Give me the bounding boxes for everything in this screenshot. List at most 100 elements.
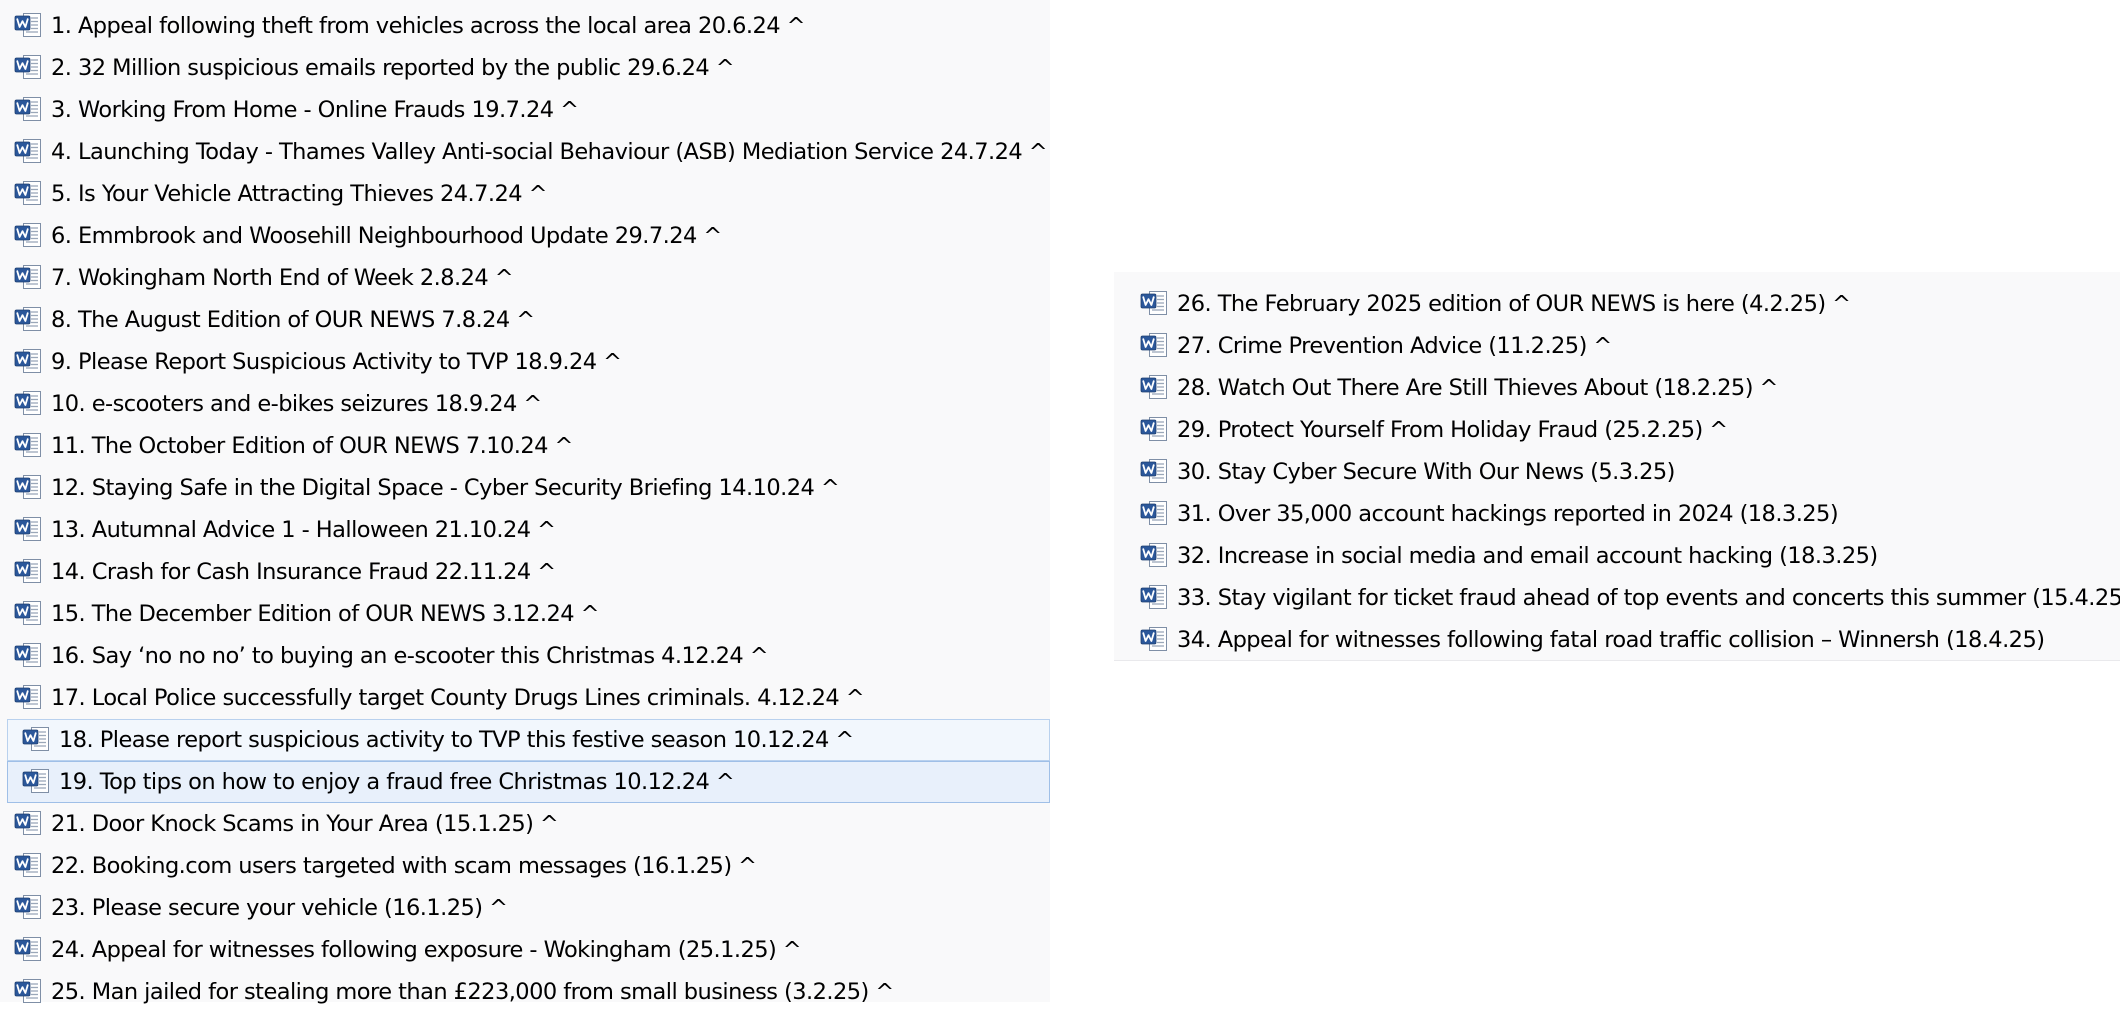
word-document-icon: [14, 96, 41, 121]
file-list-item[interactable]: 34. Appeal for witnesses following fatal…: [1114, 619, 2120, 661]
file-name-label: 7. Wokingham North End of Week 2.8.24 ^: [51, 265, 514, 291]
file-name-label: 15. The December Edition of OUR NEWS 3.1…: [51, 601, 599, 627]
word-document-icon: [14, 432, 41, 457]
file-list-item[interactable]: 15. The December Edition of OUR NEWS 3.1…: [0, 593, 1050, 635]
file-list-item[interactable]: 10. e-scooters and e-bikes seizures 18.9…: [0, 383, 1050, 425]
file-list-item[interactable]: 31. Over 35,000 account hackings reporte…: [1114, 493, 2120, 535]
word-document-icon: [22, 726, 49, 751]
file-name-label: 24. Appeal for witnesses following expos…: [51, 937, 802, 963]
word-document-icon: [14, 852, 41, 877]
file-list-item[interactable]: 7. Wokingham North End of Week 2.8.24 ^: [0, 257, 1050, 299]
file-name-label: 6. Emmbrook and Woosehill Neighbourhood …: [51, 223, 722, 249]
file-name-label: 5. Is Your Vehicle Attracting Thieves 24…: [51, 181, 547, 207]
word-document-icon: [14, 978, 41, 1003]
file-name-label: 16. Say ‘no no no’ to buying an e-scoote…: [51, 643, 769, 669]
word-document-icon: [1140, 374, 1167, 399]
word-document-icon: [14, 222, 41, 247]
file-name-label: 21. Door Knock Scams in Your Area (15.1.…: [51, 811, 559, 837]
file-list-item[interactable]: 5. Is Your Vehicle Attracting Thieves 24…: [0, 173, 1050, 215]
word-document-icon: [14, 810, 41, 835]
file-list-item[interactable]: 13. Autumnal Advice 1 - Halloween 21.10.…: [0, 509, 1050, 551]
file-list-item[interactable]: 28. Watch Out There Are Still Thieves Ab…: [1114, 367, 2120, 409]
file-list-item[interactable]: 23. Please secure your vehicle (16.1.25)…: [0, 887, 1050, 929]
file-name-label: 23. Please secure your vehicle (16.1.25)…: [51, 895, 508, 921]
file-name-label: 11. The October Edition of OUR NEWS 7.10…: [51, 433, 573, 459]
file-list-item[interactable]: 1. Appeal following theft from vehicles …: [0, 5, 1050, 47]
file-list-item[interactable]: 30. Stay Cyber Secure With Our News (5.3…: [1114, 451, 2120, 493]
file-name-label: 12. Staying Safe in the Digital Space - …: [51, 475, 840, 501]
file-list-item[interactable]: 19. Top tips on how to enjoy a fraud fre…: [7, 761, 1050, 803]
file-list-item[interactable]: 16. Say ‘no no no’ to buying an e-scoote…: [0, 635, 1050, 677]
word-document-icon: [14, 558, 41, 583]
word-document-icon: [14, 642, 41, 667]
file-list-item[interactable]: 24. Appeal for witnesses following expos…: [0, 929, 1050, 971]
word-document-icon: [14, 348, 41, 373]
word-document-icon: [14, 936, 41, 961]
word-document-icon: [14, 54, 41, 79]
word-document-icon: [1140, 332, 1167, 357]
file-list-item[interactable]: 4. Launching Today - Thames Valley Anti-…: [0, 131, 1050, 173]
file-name-label: 27. Crime Prevention Advice (11.2.25) ^: [1177, 333, 1612, 359]
file-list-item[interactable]: 6. Emmbrook and Woosehill Neighbourhood …: [0, 215, 1050, 257]
word-document-icon: [14, 180, 41, 205]
file-list-panel-right: 26. The February 2025 edition of OUR NEW…: [1114, 272, 2120, 661]
file-list-item[interactable]: 29. Protect Yourself From Holiday Fraud …: [1114, 409, 2120, 451]
word-document-icon: [14, 306, 41, 331]
file-list-item[interactable]: 12. Staying Safe in the Digital Space - …: [0, 467, 1050, 509]
file-list-item[interactable]: 17. Local Police successfully target Cou…: [0, 677, 1050, 719]
word-document-icon: [14, 894, 41, 919]
file-list-item[interactable]: 25. Man jailed for stealing more than £2…: [0, 971, 1050, 1013]
word-document-icon: [14, 600, 41, 625]
file-list-item[interactable]: 32. Increase in social media and email a…: [1114, 535, 2120, 577]
file-name-label: 10. e-scooters and e-bikes seizures 18.9…: [51, 391, 542, 417]
word-document-icon: [14, 516, 41, 541]
file-name-label: 13. Autumnal Advice 1 - Halloween 21.10.…: [51, 517, 556, 543]
file-name-label: 17. Local Police successfully target Cou…: [51, 685, 865, 711]
word-document-icon: [1140, 458, 1167, 483]
file-list-item[interactable]: 9. Please Report Suspicious Activity to …: [0, 341, 1050, 383]
file-name-label: 19. Top tips on how to enjoy a fraud fre…: [59, 769, 735, 795]
file-name-label: 1. Appeal following theft from vehicles …: [51, 13, 806, 39]
word-document-icon: [14, 474, 41, 499]
file-list-item[interactable]: 33. Stay vigilant for ticket fraud ahead…: [1114, 577, 2120, 619]
file-name-label: 31. Over 35,000 account hackings reporte…: [1177, 501, 1839, 527]
file-name-label: 3. Working From Home - Online Frauds 19.…: [51, 97, 579, 123]
file-name-label: 14. Crash for Cash Insurance Fraud 22.11…: [51, 559, 556, 585]
file-list-panel-left: 1. Appeal following theft from vehicles …: [0, 0, 1050, 1005]
file-list-item[interactable]: 22. Booking.com users targeted with scam…: [0, 845, 1050, 887]
word-document-icon: [14, 390, 41, 415]
file-name-label: 30. Stay Cyber Secure With Our News (5.3…: [1177, 459, 1675, 485]
file-name-label: 29. Protect Yourself From Holiday Fraud …: [1177, 417, 1728, 443]
word-document-icon: [1140, 542, 1167, 567]
file-list-item[interactable]: 8. The August Edition of OUR NEWS 7.8.24…: [0, 299, 1050, 341]
file-name-label: 4. Launching Today - Thames Valley Anti-…: [51, 139, 1048, 165]
file-name-label: 26. The February 2025 edition of OUR NEW…: [1177, 291, 1851, 317]
file-name-label: 22. Booking.com users targeted with scam…: [51, 853, 757, 879]
file-list-left: 1. Appeal following theft from vehicles …: [0, 0, 1050, 1013]
file-name-label: 18. Please report suspicious activity to…: [59, 727, 854, 753]
file-name-label: 2. 32 Million suspicious emails reported…: [51, 55, 735, 81]
file-list-item[interactable]: 11. The October Edition of OUR NEWS 7.10…: [0, 425, 1050, 467]
word-document-icon: [1140, 584, 1167, 609]
file-list-item[interactable]: 14. Crash for Cash Insurance Fraud 22.11…: [0, 551, 1050, 593]
file-list-right: 26. The February 2025 edition of OUR NEW…: [1114, 272, 2120, 661]
file-list-item[interactable]: 27. Crime Prevention Advice (11.2.25) ^: [1114, 325, 2120, 367]
file-name-label: 34. Appeal for witnesses following fatal…: [1177, 627, 2045, 653]
file-list-item[interactable]: 18. Please report suspicious activity to…: [7, 719, 1050, 761]
word-document-icon: [14, 12, 41, 37]
file-name-label: 28. Watch Out There Are Still Thieves Ab…: [1177, 375, 1778, 401]
word-document-icon: [14, 684, 41, 709]
word-document-icon: [14, 264, 41, 289]
file-name-label: 9. Please Report Suspicious Activity to …: [51, 349, 622, 375]
file-list-item[interactable]: 26. The February 2025 edition of OUR NEW…: [1114, 283, 2120, 325]
file-list-item[interactable]: 21. Door Knock Scams in Your Area (15.1.…: [0, 803, 1050, 845]
word-document-icon: [1140, 500, 1167, 525]
word-document-icon: [1140, 416, 1167, 441]
file-name-label: 25. Man jailed for stealing more than £2…: [51, 979, 894, 1005]
file-name-label: 8. The August Edition of OUR NEWS 7.8.24…: [51, 307, 535, 333]
word-document-icon: [22, 768, 49, 793]
word-document-icon: [14, 138, 41, 163]
word-document-icon: [1140, 626, 1167, 651]
file-list-item[interactable]: 2. 32 Million suspicious emails reported…: [0, 47, 1050, 89]
file-list-item[interactable]: 3. Working From Home - Online Frauds 19.…: [0, 89, 1050, 131]
